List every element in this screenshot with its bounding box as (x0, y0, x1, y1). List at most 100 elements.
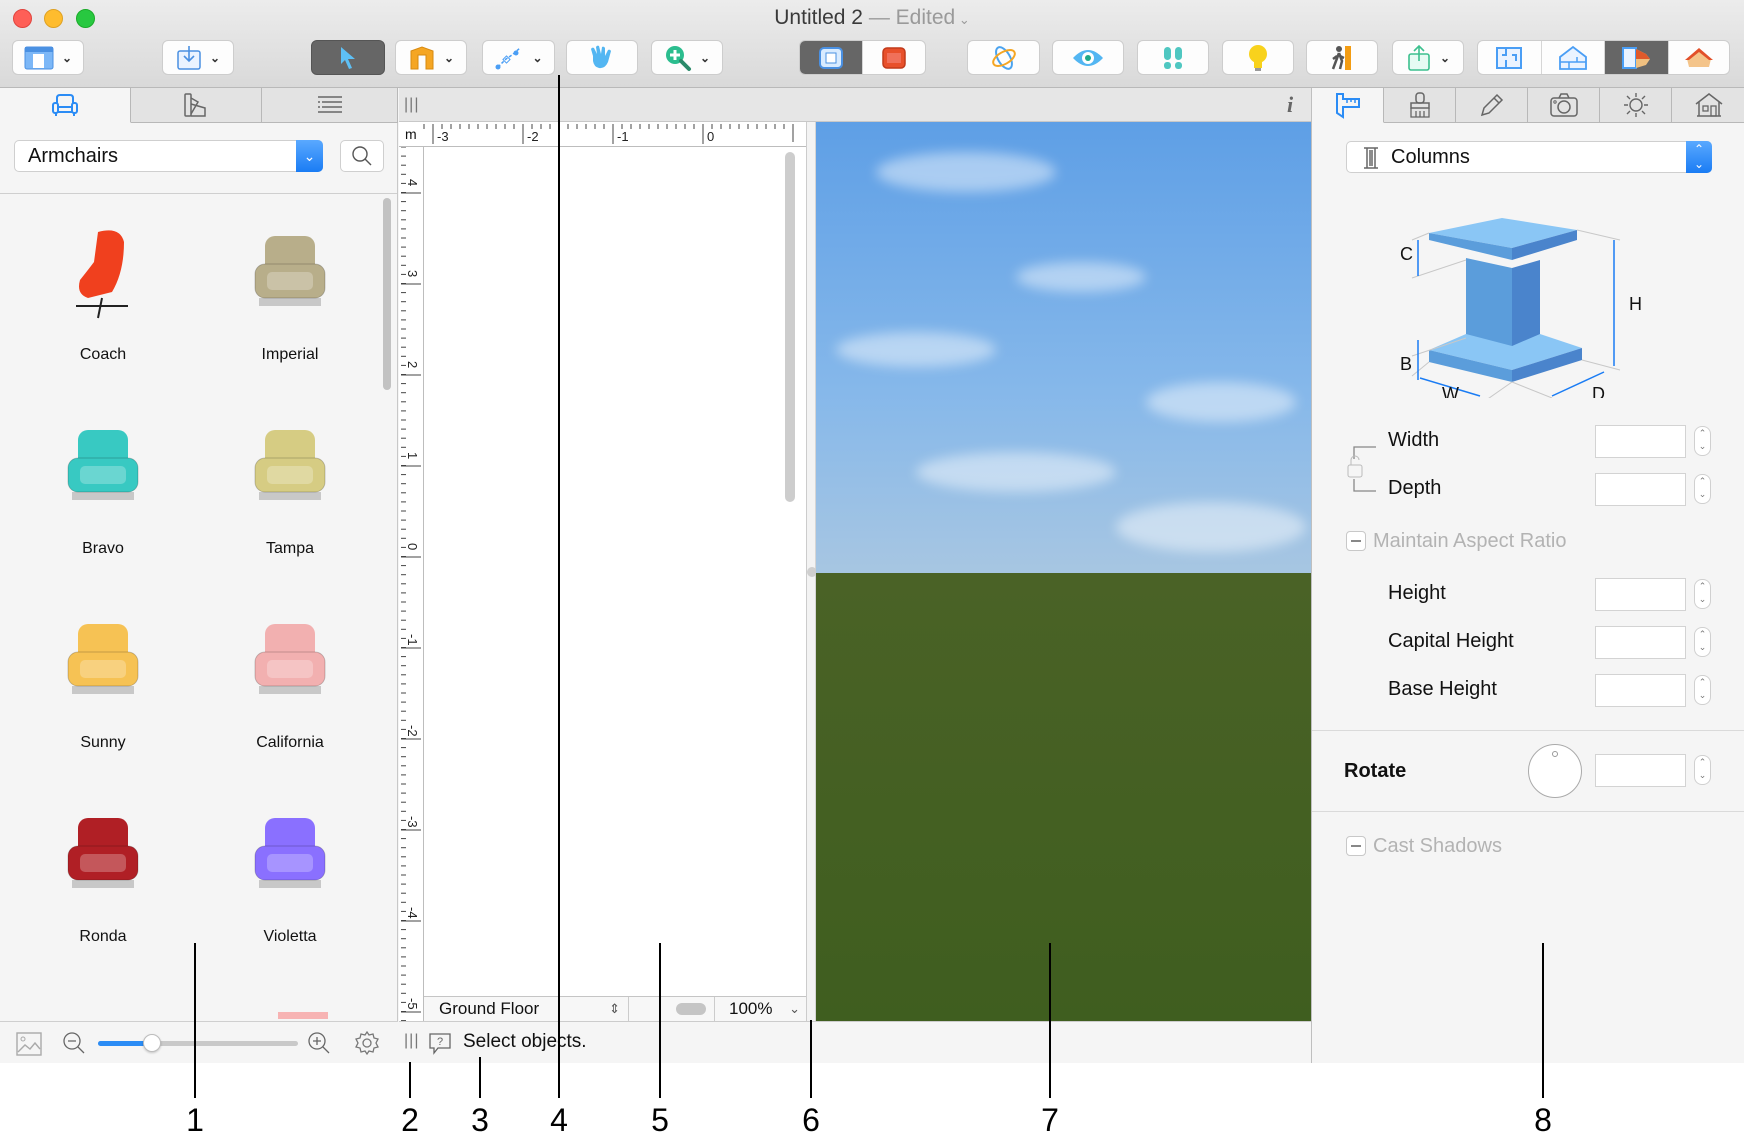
plan-scrollbar[interactable] (785, 152, 795, 502)
plan-zoom-slider[interactable] (676, 1003, 706, 1015)
rotate-stepper[interactable]: ⌃ ⌄ (1694, 755, 1711, 785)
edited-status: Edited (895, 6, 956, 29)
tab-camera[interactable] (1528, 88, 1600, 123)
split-view-mode-button[interactable] (1605, 41, 1669, 74)
furniture-item-label: Coach (79, 346, 127, 363)
split-view-divider[interactable] (806, 122, 817, 1021)
ruler-label: -2 (405, 725, 420, 737)
height-field[interactable] (1595, 578, 1686, 611)
rotation-dial[interactable] (1528, 744, 1582, 798)
width-field[interactable] (1595, 425, 1686, 458)
tab-furniture[interactable] (0, 88, 131, 123)
panel-toggle-handle[interactable]: ||| (404, 1032, 419, 1050)
cast-shadows-checkbox[interactable] (1346, 836, 1366, 856)
image-icon[interactable] (16, 1032, 42, 1056)
view-layout-button[interactable]: ⌄ (12, 40, 84, 75)
object-type-dropdown[interactable]: Columns ⌃ ⌄ (1346, 141, 1712, 173)
look-around-button[interactable] (1052, 40, 1124, 75)
thumbnail-size-slider[interactable] (98, 1034, 298, 1052)
capital-height-field[interactable] (1595, 626, 1686, 659)
eye-icon (1073, 49, 1103, 66)
walk-button[interactable] (1137, 40, 1209, 75)
callout-line (810, 1020, 812, 1098)
category-dropdown[interactable]: Armchairs ⌄ (14, 140, 323, 172)
depth-stepper[interactable]: ⌃ ⌄ (1694, 474, 1711, 504)
chevron-down-icon: ⌄ (789, 1001, 800, 1016)
rotation-dial-marker (1552, 751, 1558, 757)
callout-number: 1 (186, 1102, 204, 1138)
zoom-out-icon[interactable] (62, 1031, 86, 1055)
depth-field[interactable] (1595, 473, 1686, 506)
furniture-item[interactable]: Sunny (8, 588, 198, 782)
orbit-icon (991, 45, 1016, 70)
furniture-item[interactable]: California (195, 588, 380, 782)
tab-edit[interactable] (1456, 88, 1528, 123)
draw-tool-button[interactable]: ⌄ (482, 40, 555, 75)
updown-chevron-icon: ⇕ (609, 1001, 620, 1016)
gear-icon[interactable] (354, 1030, 380, 1056)
import-button[interactable]: ⌄ (162, 40, 234, 75)
furniture-item[interactable]: Ronda (8, 782, 198, 976)
tab-light[interactable] (1600, 88, 1672, 123)
window-title[interactable]: Untitled 2 — Edited ⌄ (0, 6, 1744, 30)
tab-materials-brush[interactable] (1384, 88, 1456, 123)
furniture-item[interactable]: Coach (8, 200, 198, 394)
library-search-button[interactable] (340, 140, 384, 172)
callout-line (479, 1057, 481, 1098)
furniture-item[interactable]: Imperial (195, 200, 380, 394)
3d-object-view-button[interactable] (863, 41, 925, 74)
slider-knob[interactable] (143, 1034, 161, 1052)
base-height-field[interactable] (1595, 674, 1686, 707)
zoom-level-dropdown[interactable]: 100% ⌄ (714, 997, 806, 1021)
width-stepper[interactable]: ⌃ ⌄ (1694, 426, 1711, 456)
lights-button[interactable] (1222, 40, 1294, 75)
share-button[interactable]: ⌄ (1392, 40, 1464, 75)
maintain-aspect-checkbox[interactable] (1346, 531, 1366, 551)
tab-dimensions[interactable] (1312, 88, 1384, 123)
object-type-value: Columns (1391, 146, 1470, 168)
aspect-lock-icon[interactable] (1346, 439, 1390, 499)
base-height-stepper[interactable]: ⌃ ⌄ (1694, 675, 1711, 705)
dim-label-c: C (1400, 244, 1413, 264)
paintbrush-icon (1409, 92, 1430, 118)
info-icon[interactable]: i (1287, 92, 1293, 118)
tab-materials[interactable] (131, 88, 262, 123)
3d-view-mode-button[interactable] (1669, 41, 1730, 74)
elevation-mode-button[interactable] (1542, 41, 1605, 74)
help-icon[interactable]: ? (428, 1031, 452, 1055)
walls-tool-button[interactable]: ⌄ (395, 40, 467, 75)
pan-tool-button[interactable] (566, 40, 638, 75)
library-scrollbar[interactable] (383, 198, 391, 390)
zoom-in-icon[interactable] (307, 1031, 331, 1055)
furniture-item[interactable]: Tampa (195, 394, 380, 588)
vertical-ruler-ticks: 4 3 2 1 0 -1 -2 -3 -4 -5 (401, 146, 421, 1022)
horizontal-ruler-ticks: -3 -2 -1 0 (423, 124, 794, 144)
furniture-item[interactable]: Bravo (8, 394, 198, 588)
capital-height-stepper[interactable]: ⌃ ⌄ (1694, 627, 1711, 657)
plan-view-button[interactable] (800, 41, 863, 74)
callout-line (1049, 943, 1051, 1098)
panel-toggle-handle[interactable]: ||| (404, 96, 419, 114)
height-stepper[interactable]: ⌃ ⌄ (1694, 579, 1711, 609)
select-tool-button[interactable] (311, 40, 385, 75)
orbit-button[interactable] (967, 40, 1040, 75)
tab-building[interactable] (1672, 88, 1744, 123)
zoom-tool-button[interactable]: ⌄ (651, 40, 723, 75)
split-view-icon (1622, 46, 1651, 69)
callout-line (1542, 943, 1544, 1098)
width-label: Width (1388, 429, 1440, 451)
horizontal-ruler: -3 -2 -1 0 m (399, 122, 806, 147)
ruler-unit: m (405, 126, 417, 142)
plan-view[interactable]: -3 -2 -1 0 m 4 3 2 1 0 -1 -2 -3 -4 -5 Ground Floor ⇕… (399, 122, 806, 1022)
rotate-field[interactable] (1595, 754, 1686, 787)
furniture-item-partial[interactable] (278, 1012, 328, 1019)
tab-list[interactable] (262, 88, 398, 123)
chevron-down-icon: ⌄ (699, 50, 711, 65)
floor-plan-mode-button[interactable] (1478, 41, 1542, 74)
furniture-item[interactable]: Violetta (195, 782, 380, 976)
callout-number: 3 (471, 1102, 489, 1138)
ruler-label: 3 (405, 270, 420, 277)
3d-view[interactable] (816, 122, 1311, 1021)
floor-selector[interactable]: Ground Floor ⇕ (424, 997, 629, 1021)
walkthrough-button[interactable] (1306, 40, 1378, 75)
